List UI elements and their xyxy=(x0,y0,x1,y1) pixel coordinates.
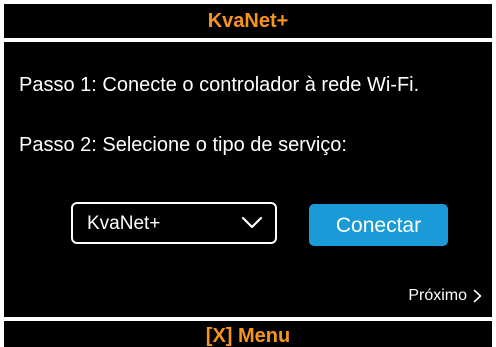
footer-bar[interactable]: [X] Menu xyxy=(0,317,496,347)
step-2-text: Passo 2: Selecione o tipo de serviço: xyxy=(19,134,347,156)
content-panel: Passo 1: Conecte o controlador à rede Wi… xyxy=(0,42,496,317)
title-bar: KvaNet+ xyxy=(0,0,496,42)
connect-button[interactable]: Conectar xyxy=(309,204,448,246)
screen: KvaNet+ Passo 1: Conecte o controlador à… xyxy=(0,0,496,347)
chevron-down-icon xyxy=(241,216,263,229)
connect-button-label: Conectar xyxy=(335,213,422,237)
next-link[interactable]: Próximo xyxy=(408,288,482,304)
next-link-label: Próximo xyxy=(408,287,467,304)
menu-hint: [X] Menu xyxy=(205,324,291,347)
chevron-right-icon xyxy=(473,289,482,303)
service-type-value: KvaNet+ xyxy=(87,213,161,234)
page-title: KvaNet+ xyxy=(207,10,289,32)
step-1-text: Passo 1: Conecte o controlador à rede Wi… xyxy=(19,74,420,96)
service-type-select[interactable]: KvaNet+ xyxy=(71,202,277,244)
